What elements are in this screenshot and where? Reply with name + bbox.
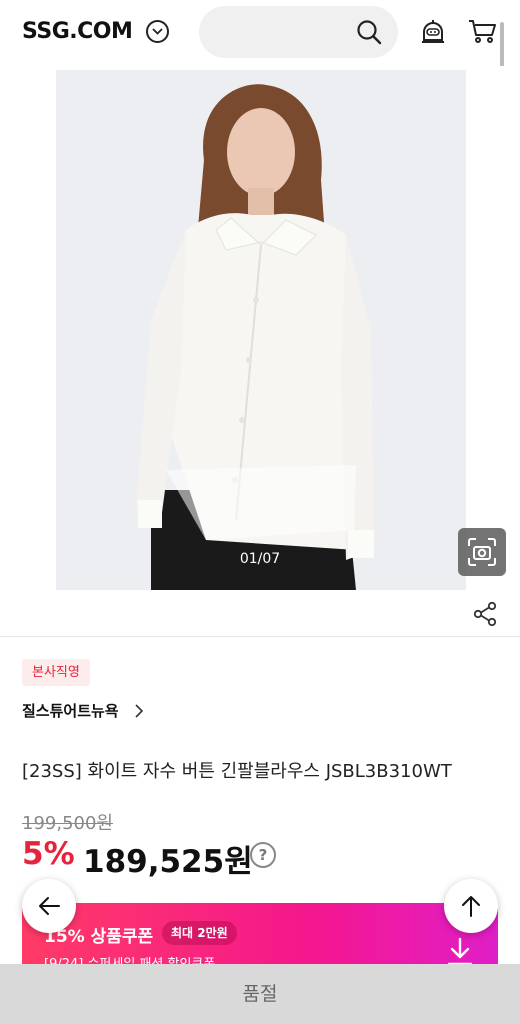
image-search-icon: [468, 538, 496, 566]
chevron-down-icon[interactable]: [146, 20, 169, 43]
official-store-badge: 본사직영: [22, 659, 90, 686]
cart-icon[interactable]: [467, 17, 497, 45]
help-icon[interactable]: ?: [250, 842, 276, 868]
search-input[interactable]: [199, 6, 398, 58]
search-icon[interactable]: [356, 19, 382, 45]
arrow-left-icon: [39, 897, 60, 915]
coupon-max-badge: 최대 2만원: [162, 921, 237, 945]
product-gallery[interactable]: 01/07: [0, 66, 520, 636]
brand-link[interactable]: 질스튜어트뉴욕: [22, 700, 119, 721]
arrow-up-icon: [462, 896, 480, 917]
product-photo[interactable]: [56, 70, 466, 590]
ssg-logo[interactable]: SSG.COM: [22, 19, 133, 44]
chatbot-icon[interactable]: [420, 18, 446, 46]
original-price: 199,500원: [22, 813, 113, 834]
top-header: SSG.COM: [0, 0, 520, 74]
back-arrow-icon[interactable]: [22, 96, 54, 120]
section-divider: [0, 636, 520, 637]
chevron-right-icon[interactable]: [134, 703, 144, 719]
sale-price: 189,525원: [83, 844, 253, 880]
download-icon[interactable]: [446, 937, 474, 967]
product-title: [23SS] 화이트 자수 버튼 긴팔블라우스 JSBL3B310WT: [22, 761, 452, 782]
image-counter: 01/07: [239, 551, 281, 567]
image-search-button[interactable]: [458, 528, 506, 576]
coupon-banner[interactable]: 15% 상품쿠폰 최대 2만원 [9/24] 슈퍼세일 패션 할인쿠폰: [22, 903, 498, 973]
back-floating-button[interactable]: [22, 879, 76, 933]
scroll-top-button[interactable]: [444, 879, 498, 933]
share-icon[interactable]: [472, 601, 498, 627]
discount-rate: 5%: [22, 836, 75, 872]
sold-out-button[interactable]: 품절: [0, 964, 520, 1024]
